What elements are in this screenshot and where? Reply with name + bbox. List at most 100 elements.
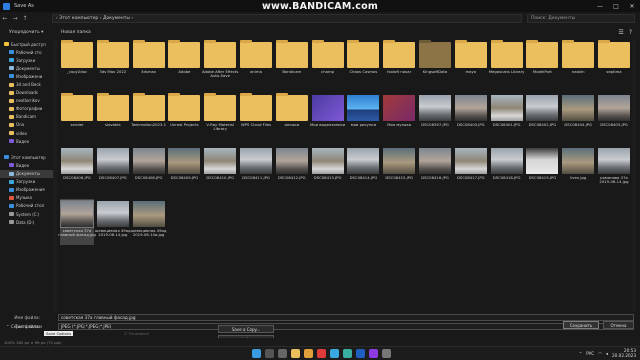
sidebar-item[interactable]: video	[0, 129, 53, 137]
file-item[interactable]: DSC08409.JPG	[167, 146, 201, 192]
folder-item[interactable]: 3ds Max 2022	[96, 40, 130, 86]
windows-start-icon[interactable]	[252, 349, 261, 358]
folder-item[interactable]: 3dsmax	[132, 40, 166, 86]
file-item[interactable]: советская 37а главный фасад.jpg	[58, 199, 96, 245]
task-view-icon[interactable]	[278, 349, 287, 358]
file-item[interactable]: DSC08406.JPG	[60, 146, 94, 192]
volume-icon[interactable]: ◂	[606, 351, 608, 356]
up-arrow-icon[interactable]: ↑	[20, 15, 30, 22]
sidebar-item[interactable]: Изображени	[0, 72, 53, 80]
sidebar-item[interactable]: Видео	[0, 161, 53, 169]
sidebar-item[interactable]: Downloads	[0, 89, 53, 97]
search-input[interactable]: Поиск: Документы	[527, 14, 635, 23]
max-icon[interactable]	[343, 349, 352, 358]
thumbnail-checkbox[interactable]: ☐ Thumbnail	[124, 331, 149, 336]
telegram-icon[interactable]	[330, 349, 339, 358]
view-options-icon[interactable]: ☰	[618, 29, 623, 36]
folder-item[interactable]: slovakia	[96, 93, 130, 139]
sidebar-item[interactable]: Изображения	[0, 186, 53, 194]
file-item[interactable]: DSC08417.JPG	[454, 146, 488, 192]
file-item[interactable]: DSC08402.JPG	[525, 93, 559, 139]
folder-item[interactable]: ансыки	[275, 93, 309, 139]
sidebar-item[interactable]: Документы	[0, 64, 53, 72]
folder-item[interactable]: anima	[239, 40, 273, 86]
file-item[interactable]: DSC08405.JPG	[597, 93, 631, 139]
sidebar-item[interactable]: Рабочий стол	[0, 202, 53, 210]
hide-folders-toggle[interactable]: ⌃ Скрыть папки	[6, 324, 42, 329]
file-item[interactable]: DSC08418.JPG	[490, 146, 524, 192]
folder-item[interactable]: Chaos Cosmos	[346, 40, 380, 86]
file-item[interactable]: DSC08412.JPG	[275, 146, 309, 192]
search-icon[interactable]	[265, 349, 274, 358]
save-button[interactable]: Сохранить	[563, 321, 599, 329]
filetype-select[interactable]: JPEG (*.JPG;*.JPEG;*.JPE)	[58, 322, 634, 330]
organize-button[interactable]: Упорядочить ▾	[9, 30, 43, 35]
tray-chevron-icon[interactable]: ⌃	[579, 351, 583, 356]
folder-item[interactable]: ModelPort	[525, 40, 559, 86]
file-item[interactable]: DSC08410.JPG	[203, 146, 237, 192]
file-item[interactable]: Моя музыка	[382, 93, 416, 139]
folder-item[interactable]: champ	[311, 40, 345, 86]
file-item[interactable]: мои рисунки	[346, 93, 380, 139]
folder-item[interactable]: foxloft naxar	[382, 40, 416, 86]
folder-item[interactable]: Twinmotion2023.1	[131, 93, 166, 139]
app-icon[interactable]	[382, 349, 391, 358]
folder-item[interactable]: nadzin	[561, 40, 595, 86]
file-item[interactable]: DSC08397.JPG	[418, 93, 452, 139]
folder-item[interactable]: Megascans Library	[489, 40, 524, 86]
save-a-copy-button[interactable]: Save a Copy...	[218, 325, 274, 333]
sidebar-item[interactable]: System (C:)	[0, 210, 53, 218]
filename-input[interactable]: советская 37а главный фасад.jpg	[58, 313, 634, 321]
file-item[interactable]: DSC08407.JPG	[96, 146, 130, 192]
sidebar-scrollbar[interactable]	[53, 40, 57, 312]
folder-item[interactable]: septima	[597, 40, 631, 86]
sidebar-item[interactable]: Data (D:)	[0, 218, 53, 226]
folder-item[interactable]: _copy2doc	[60, 40, 94, 86]
back-arrow-icon[interactable]: ←	[0, 15, 10, 22]
file-item[interactable]: DSC08411.JPG	[239, 146, 273, 192]
folder-item[interactable]: Bandicam	[275, 40, 309, 86]
help-icon[interactable]: ?	[629, 29, 632, 36]
sidebar-item[interactable]: Этот компьютер	[0, 153, 53, 161]
cancel-button[interactable]: Отмена	[603, 321, 634, 329]
file-item[interactable]: романова 37а 2019-06-14.jpg	[597, 146, 631, 192]
folder-item[interactable]: maya	[454, 40, 488, 86]
sidebar-item[interactable]: Быстрый доступ	[0, 40, 53, 48]
bandicam-icon[interactable]	[369, 349, 378, 358]
folder-item[interactable]: KingsoftData	[418, 40, 452, 86]
sidebar-item[interactable]: Ona	[0, 121, 53, 129]
folder-item[interactable]: Adobe	[167, 40, 201, 86]
file-item[interactable]: DSC08416.JPG	[418, 146, 452, 192]
new-folder-button[interactable]: Новая папка	[61, 30, 91, 35]
folder-item[interactable]: V-Ray Material Library	[203, 93, 237, 139]
sidebar-item[interactable]: Фотографии	[0, 105, 53, 113]
network-icon[interactable]: ◠	[598, 351, 602, 356]
address-bar[interactable]: › Этот компьютер › Документы ›	[52, 14, 522, 23]
folder-item[interactable]: sender	[60, 93, 94, 139]
folder-item[interactable]: Adobe After Effects Auto-Save	[202, 40, 238, 86]
file-item[interactable]: DSC08415.JPG	[382, 146, 416, 192]
file-item[interactable]: DSC08414.JPG	[346, 146, 380, 192]
file-item[interactable]: шевецивная 49ад 2019-06-14.jpg	[95, 199, 131, 245]
file-item[interactable]: DSC08401.JPG	[490, 93, 524, 139]
sidebar-item[interactable]: 3d and Beck	[0, 80, 53, 88]
sidebar-item[interactable]: Bandicam	[0, 113, 53, 121]
sidebar-item[interactable]: Документы	[0, 169, 53, 178]
photoshop-icon[interactable]	[356, 349, 365, 358]
file-item[interactable]: liven.jpg	[561, 146, 595, 192]
explorer-icon[interactable]	[291, 349, 300, 358]
file-item[interactable]: DSC08408.JPG	[132, 146, 166, 192]
yandex-icon[interactable]	[317, 349, 326, 358]
sidebar-item[interactable]: Загрузки	[0, 178, 53, 186]
file-item[interactable]: DSC08404.JPG	[561, 93, 595, 139]
chrome-icon[interactable]	[304, 349, 313, 358]
file-item[interactable]: DSC08419.JPG	[525, 146, 559, 192]
file-item[interactable]: DSC08413.JPG	[311, 146, 345, 192]
file-item[interactable]: DSC08400.JPG	[454, 93, 488, 139]
sidebar-item[interactable]: nextlorrikov	[0, 97, 53, 105]
sidebar-item[interactable]: Рабочий сто	[0, 48, 53, 56]
folder-item[interactable]: Unreal Projects	[167, 93, 201, 139]
forward-arrow-icon[interactable]: →	[10, 15, 20, 22]
file-item[interactable]: шевецивная 49ад 2019-06-14a.jpg	[131, 199, 166, 245]
sidebar-item[interactable]: Видео	[0, 137, 53, 145]
